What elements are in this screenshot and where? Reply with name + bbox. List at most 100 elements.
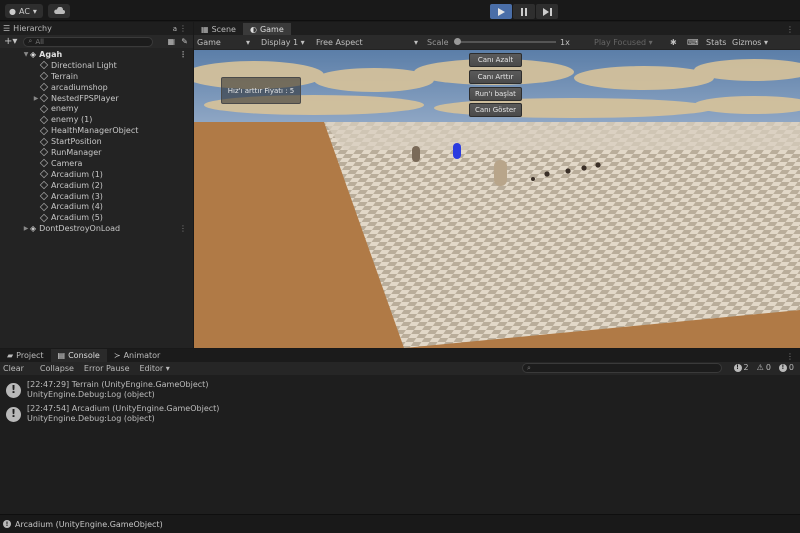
cloud-icon: [54, 7, 65, 14]
animator-icon: ≻: [113, 351, 121, 360]
gamepad-icon: ◐: [249, 24, 257, 34]
start-run-label: Run'ı başlat: [475, 90, 516, 98]
dont-destroy-more-icon[interactable]: ⋮: [179, 224, 187, 233]
hierarchy-item[interactable]: Arcadium (3): [0, 191, 193, 202]
gameobject-icon: [39, 71, 49, 81]
speed-price-text: Hız'ı arttır Fiyatı : 5: [227, 86, 295, 95]
aspect-dropdown[interactable]: Free Aspect: [316, 38, 363, 47]
scene-more-icon[interactable]: ⋮: [179, 50, 187, 59]
console-search-input[interactable]: ⌕: [522, 363, 722, 373]
hierarchy-item[interactable]: enemy (1): [0, 114, 193, 125]
scene-name: Agah: [39, 49, 63, 59]
game-toolbar: Game ▾ Display 1 ▾ Free Aspect ▾ Scale 1…: [194, 35, 800, 49]
game-view[interactable]: Hız'ı arttır Fiyatı : 5 Canı Azalt Canı …: [194, 50, 800, 348]
step-button[interactable]: [536, 4, 558, 19]
stats-button[interactable]: Stats: [706, 38, 726, 47]
play-focused-dropdown[interactable]: Play Focused ▾: [594, 38, 653, 47]
hierarchy-item[interactable]: enemy: [0, 103, 193, 114]
hierarchy-item[interactable]: Camera: [0, 158, 193, 169]
tab-game-label: Game: [259, 24, 284, 34]
expand-arrow-icon[interactable]: ▼: [22, 51, 30, 58]
gameobject-icon: [39, 82, 49, 92]
display-dropdown[interactable]: Display 1 ▾: [261, 38, 305, 47]
increase-health-button[interactable]: Canı Arttır: [469, 70, 522, 84]
scale-label: Scale: [427, 37, 449, 47]
mode-dropdown[interactable]: Game: [197, 38, 221, 47]
hierarchy-item[interactable]: HealthManagerObject: [0, 125, 193, 136]
hierarchy-item-label: Arcadium (4): [51, 202, 103, 212]
scene-row[interactable]: ▼ ◈ Agah ⋮: [0, 49, 193, 60]
warning-count-toggle[interactable]: ⚠ 0: [757, 363, 771, 372]
hierarchy-tab-label: Hierarchy: [13, 24, 52, 33]
hierarchy-item[interactable]: arcadiumshop: [0, 82, 193, 93]
tab-animator[interactable]: ≻ Animator: [107, 349, 167, 362]
tab-scene[interactable]: ▦ Scene: [194, 23, 243, 35]
hierarchy-item[interactable]: ▶ NestedFPSPlayer: [0, 93, 193, 104]
log-entry[interactable]: ! [22:47:29] Terrain (UnityEngine.GameOb…: [0, 378, 800, 402]
scene-visibility-icon[interactable]: ✎: [181, 37, 188, 46]
start-run-button[interactable]: Run'ı başlat: [469, 87, 522, 101]
hierarchy-item[interactable]: Arcadium (5): [0, 212, 193, 223]
error-count-toggle[interactable]: ! 0: [778, 363, 794, 372]
bottom-tabs: ▰ Project ▤ Console ≻ Animator ⋮: [0, 349, 800, 362]
pause-icon: [521, 7, 527, 16]
editor-dropdown[interactable]: Editor ▾: [140, 364, 170, 373]
hierarchy-item-label: Arcadium (5): [51, 213, 103, 223]
filter-icon[interactable]: ▦: [167, 37, 175, 46]
pause-button[interactable]: [513, 4, 535, 19]
enemy-capsule-near: [494, 160, 507, 186]
hierarchy-item[interactable]: Terrain: [0, 71, 193, 82]
game-more-icon[interactable]: ⋮: [786, 25, 794, 34]
decrease-health-button[interactable]: Canı Azalt: [469, 53, 522, 67]
hierarchy-item-label: RunManager: [51, 147, 102, 157]
floor-shade: [324, 122, 800, 150]
console-more-icon[interactable]: ⋮: [786, 352, 794, 361]
scale-slider-handle[interactable]: [454, 38, 461, 45]
more-options-icon[interactable]: ⋮: [179, 24, 187, 33]
main-toolbar: ● AC ▾: [0, 0, 800, 21]
editor-label: Editor: [139, 364, 164, 373]
lock-icon[interactable]: a: [173, 25, 177, 33]
error-pause-button[interactable]: Error Pause: [84, 364, 130, 373]
log-message: [22:47:54] Arcadium (UnityEngine.GameObj…: [27, 404, 220, 413]
tab-console[interactable]: ▤ Console: [50, 349, 107, 362]
mute-audio-icon[interactable]: ✱: [670, 38, 677, 47]
gameobject-icon: [39, 213, 49, 223]
hierarchy-item[interactable]: Arcadium (2): [0, 180, 193, 191]
hierarchy-item[interactable]: Directional Light: [0, 60, 193, 71]
log-count: 2: [743, 363, 749, 372]
log-entry[interactable]: ! [22:47:54] Arcadium (UnityEngine.GameO…: [0, 402, 800, 426]
tab-game[interactable]: ◐ Game: [242, 23, 291, 35]
account-dropdown[interactable]: ● AC ▾: [5, 4, 43, 18]
playmode-controls: [490, 4, 558, 19]
play-focused-label: Play Focused: [594, 37, 647, 47]
gameobject-icon: [39, 93, 49, 103]
gizmos-dropdown[interactable]: Gizmos ▾: [732, 38, 768, 47]
add-object-button[interactable]: +▾: [4, 36, 17, 47]
search-placeholder: All: [35, 37, 45, 46]
tab-project[interactable]: ▰ Project: [0, 349, 51, 362]
scale-slider[interactable]: [454, 38, 556, 45]
hierarchy-item[interactable]: Arcadium (1): [0, 169, 193, 180]
show-health-button[interactable]: Canı Göster: [469, 103, 522, 117]
collapse-button[interactable]: Collapse: [40, 364, 74, 373]
hierarchy-item-label: Arcadium (2): [51, 180, 103, 190]
hierarchy-item-label: Arcadium (1): [51, 169, 103, 179]
chevron-down-icon: ▾: [414, 37, 419, 47]
mode-label: Game: [197, 37, 221, 47]
clear-button[interactable]: Clear: [3, 364, 24, 373]
hierarchy-search-input[interactable]: ⌕ All: [23, 36, 154, 47]
play-button[interactable]: [490, 4, 512, 19]
status-bar[interactable]: ! Arcadium (UnityEngine.GameObject): [0, 514, 800, 533]
hierarchy-tab[interactable]: ☰ Hierarchy a ⋮: [0, 22, 193, 35]
hierarchy-item[interactable]: Arcadium (4): [0, 201, 193, 212]
cloud-button[interactable]: [48, 4, 70, 18]
hierarchy-item-label: StartPosition: [51, 137, 102, 147]
dont-destroy-row[interactable]: ▶ ◈ DontDestroyOnLoad ⋮: [0, 223, 193, 234]
hierarchy-item[interactable]: RunManager: [0, 147, 193, 158]
keyboard-icon[interactable]: ⌨: [687, 38, 699, 47]
log-count-toggle[interactable]: ! 2: [733, 363, 749, 372]
expand-arrow-icon[interactable]: ▶: [22, 225, 30, 232]
hierarchy-item[interactable]: StartPosition: [0, 136, 193, 147]
search-icon: ⌕: [28, 37, 33, 45]
